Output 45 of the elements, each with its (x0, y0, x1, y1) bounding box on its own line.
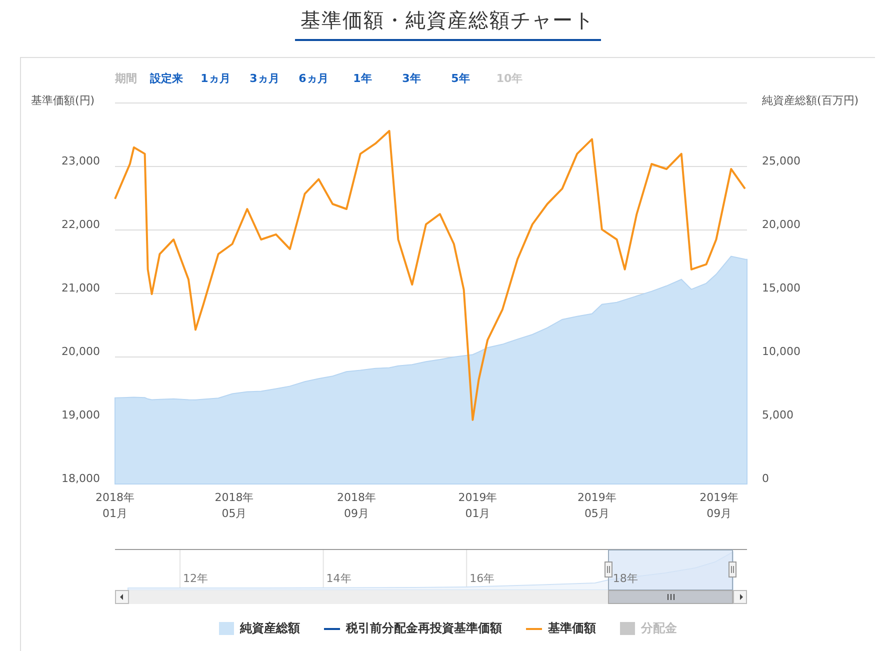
scrollbar-thumb[interactable] (608, 590, 733, 604)
legend-item[interactable]: 税引前分配金再投資基準価額 (324, 620, 502, 637)
axis-label: 19,000 (62, 408, 100, 422)
axis-title: 基準価額(円) (31, 94, 95, 107)
axis-label: 2019年 01月 (458, 491, 498, 520)
legend-line-icon (526, 628, 542, 630)
period-button[interactable]: 3ヵ月 (240, 70, 289, 86)
legend-item[interactable]: 基準価額 (526, 620, 596, 637)
legend-square-icon (219, 622, 234, 635)
navigator-label: 16年 (470, 572, 495, 585)
axis-label: 25,000 (762, 154, 800, 168)
legend-item[interactable]: 純資産総額 (219, 620, 300, 637)
axis-label: 2019年 09月 (700, 491, 739, 520)
navigator-label: 18年 (612, 572, 638, 585)
axis-label: 5,000 (762, 408, 794, 422)
page-title: 基準価額・純資産総額チャート (294, 6, 600, 41)
axis-label: 10,000 (762, 345, 800, 358)
range-handle[interactable] (604, 562, 612, 578)
period-button[interactable]: 1年 (338, 70, 387, 86)
axis-label: 2018年 01月 (96, 491, 134, 520)
axis-label: 18,000 (62, 472, 100, 485)
legend-square-icon (620, 622, 635, 635)
range-handle[interactable] (728, 562, 736, 578)
scroll-arrow-button[interactable] (115, 590, 129, 604)
axis-title: 純資産総額(百万円) (762, 94, 859, 107)
axis-label: 2018年 05月 (214, 491, 254, 520)
legend-line-icon (324, 628, 340, 630)
axis-label: 2019年 05月 (577, 491, 616, 520)
axis-label: 20,000 (762, 218, 800, 231)
period-label: 期間 (115, 70, 138, 86)
axis-label: 21,000 (62, 282, 100, 294)
axis-label: 20,000 (62, 345, 100, 358)
period-button[interactable]: 3年 (387, 70, 436, 86)
period-button[interactable]: 5年 (436, 70, 485, 86)
navigator-label: 12年 (183, 572, 208, 585)
period-button[interactable]: 設定来 (142, 70, 191, 86)
period-button[interactable]: 6ヵ月 (289, 70, 338, 86)
axis-label: 22,000 (62, 218, 100, 231)
axis-label: 23,000 (62, 154, 100, 168)
scroll-arrow-button[interactable] (733, 590, 747, 604)
navigator-label: 14年 (326, 572, 352, 585)
axis-label: 2018年 09月 (336, 491, 376, 520)
axis-label: 15,000 (762, 282, 800, 294)
axis-label: 0 (762, 472, 769, 485)
period-button[interactable]: 1ヵ月 (191, 70, 240, 86)
